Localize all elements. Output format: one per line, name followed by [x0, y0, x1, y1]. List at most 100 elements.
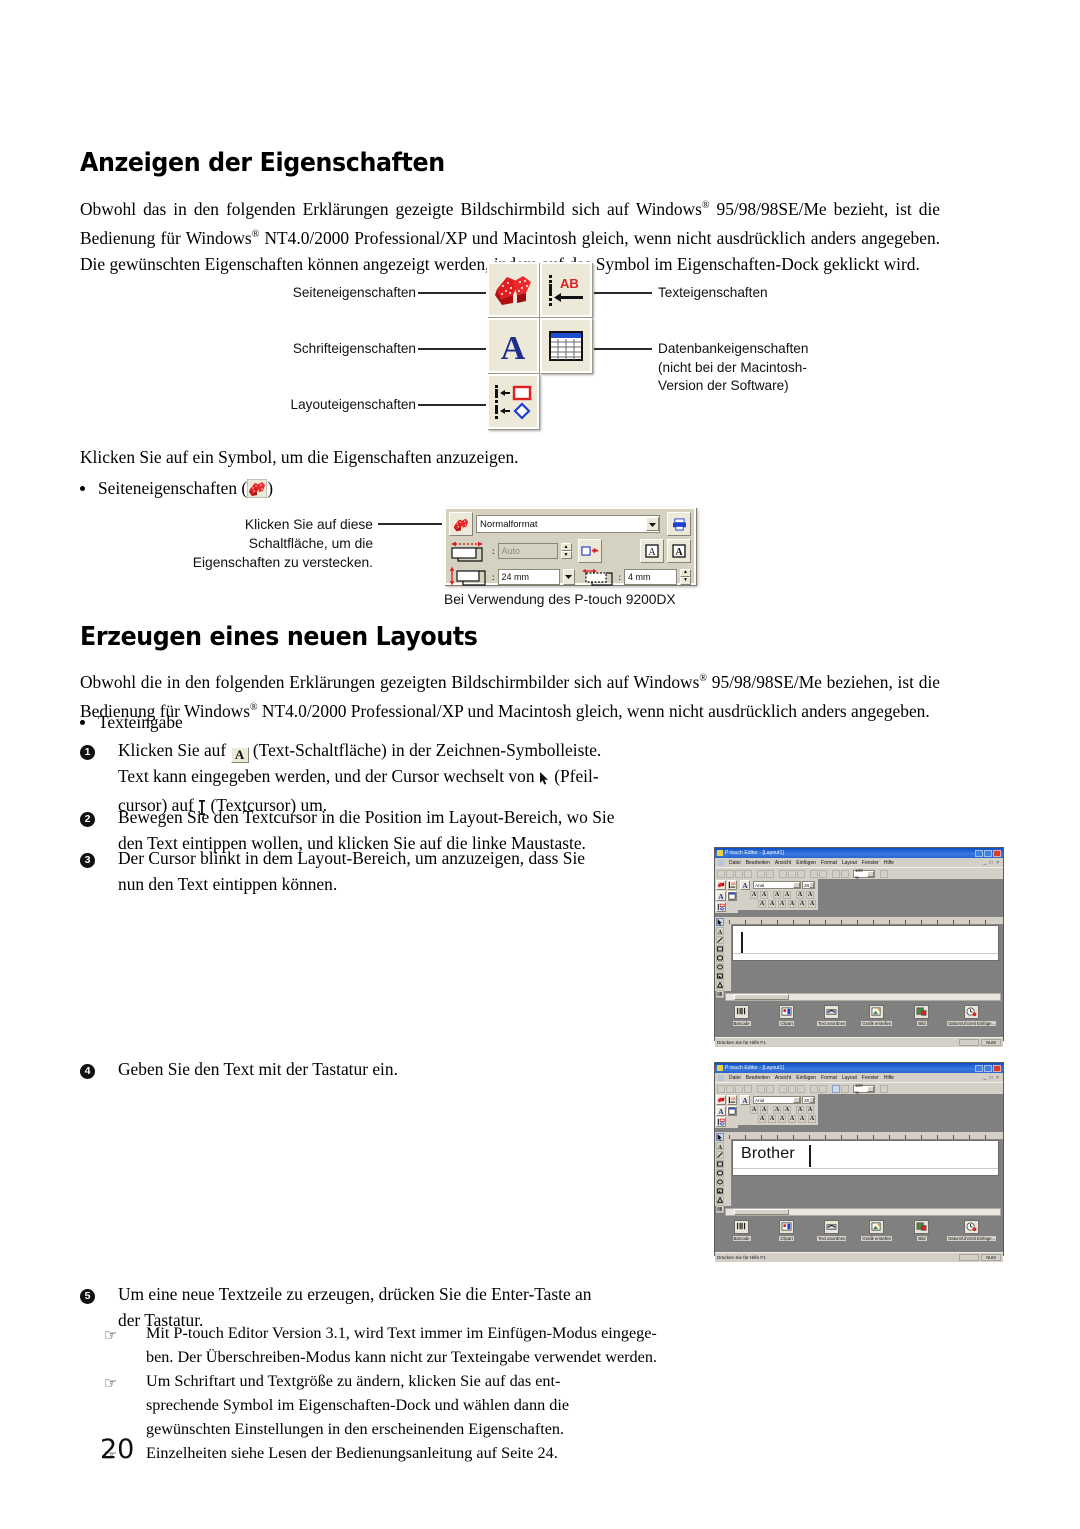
style-button-1d[interactable]: A [783, 891, 791, 899]
menu-datei-1[interactable]: Datei [729, 860, 741, 866]
horizontal-scrollbar-2[interactable] [725, 1208, 1001, 1216]
maximize-button-1[interactable] [984, 849, 992, 857]
length-field[interactable]: Auto [497, 543, 558, 559]
font-properties-icon-mini-1[interactable]: A [716, 891, 726, 901]
menu-hilfe-1[interactable]: Hilfe [884, 860, 894, 866]
printoptions-button-1[interactable] [766, 869, 774, 878]
menu-einfuegen-1[interactable]: Einfügen [796, 860, 816, 866]
spinner-down-icon-2[interactable]: ▼ [680, 576, 691, 585]
font-properties-icon[interactable]: A [487, 318, 539, 373]
image-tool-2[interactable] [716, 1187, 724, 1195]
style-button-1b[interactable]: A [760, 891, 768, 899]
window-buttons-2[interactable] [975, 1064, 1001, 1072]
mdi-controls-2[interactable]: _ □ × [984, 1075, 1001, 1081]
margin-field[interactable]: 4 mm [624, 568, 677, 585]
ellipse-tool-2[interactable] [716, 1178, 724, 1186]
preview-button-1[interactable] [757, 869, 765, 878]
spinner-up-icon[interactable]: ▲ [560, 543, 572, 551]
style-button-1a[interactable]: A [750, 891, 758, 899]
chevron-down-icon[interactable] [646, 517, 659, 531]
line-tool-1[interactable] [716, 936, 724, 944]
menu-fenster-1[interactable]: Fenster [862, 860, 879, 866]
frame-button-1[interactable] [841, 869, 849, 878]
ellipse-tool-1[interactable] [716, 963, 724, 971]
text-properties-icon-mini-2[interactable]: AB [727, 1095, 737, 1105]
open-button-2[interactable] [726, 1084, 734, 1093]
style-button-1c[interactable]: A [773, 891, 781, 899]
clipart-tool-2[interactable] [716, 1196, 724, 1204]
object-toolbar-1[interactable]: Barcode Clipart Text anordnen Grafik ers… [715, 1002, 1003, 1037]
object-toolbar-2[interactable]: Barcode Clipart Text anordnen Grafik ers… [715, 1217, 1003, 1252]
width-dropdown-button[interactable] [562, 568, 575, 585]
style-button-1g[interactable]: A [758, 900, 766, 908]
style-button-1i[interactable]: A [778, 900, 786, 908]
style-button-1e[interactable]: A [796, 891, 804, 899]
font-name-combobox-1[interactable]: Arial [753, 881, 801, 889]
datetime-button-2[interactable]: Datum/Uhrzeit Einfüge... [944, 1220, 999, 1241]
chevron-down-icon-zoom-2[interactable] [867, 1085, 874, 1092]
create-graphic-button-1[interactable]: Grafik erstellen [854, 1005, 899, 1026]
scrollbar-thumb-1[interactable] [734, 994, 789, 1000]
printoptions-button-2[interactable] [766, 1084, 774, 1093]
printer-button[interactable] [667, 512, 691, 536]
style-button-2b[interactable]: A [760, 1106, 768, 1114]
save-button-1[interactable] [735, 869, 743, 878]
font-size-combobox-1[interactable]: 28 [802, 881, 815, 889]
menu-fenster-2[interactable]: Fenster [862, 1075, 879, 1081]
style-button-2g[interactable]: A [758, 1115, 766, 1123]
menu-bearbeiten-1[interactable]: Bearbeiten [746, 860, 770, 866]
arrange-text-button-1[interactable]: Text anordnen [809, 1005, 854, 1026]
chevron-down-icon-size-2[interactable] [809, 1097, 814, 1103]
line-tool-2[interactable] [716, 1151, 724, 1159]
menu-layout-2[interactable]: Layout [842, 1075, 857, 1081]
text-orientation-vertical-button[interactable]: A [667, 539, 691, 563]
menu-ansicht-1[interactable]: Ansicht [775, 860, 791, 866]
format-combobox[interactable]: Normalformat [476, 515, 660, 533]
drawing-toolbar-1[interactable]: A [715, 917, 725, 998]
chevron-down-icon-size-1[interactable] [809, 882, 814, 888]
text-properties-icon-mini-1[interactable]: AB [727, 880, 737, 890]
auto-length-button[interactable] [577, 539, 602, 563]
undo-button-1[interactable] [810, 869, 818, 878]
style-button-1h[interactable]: A [768, 900, 776, 908]
barcode-button-2[interactable]: Barcode [719, 1220, 764, 1241]
font-panel-icon-1[interactable]: A [740, 880, 750, 890]
text-button-2[interactable] [832, 1084, 840, 1093]
redo-button-2[interactable] [819, 1084, 827, 1093]
layout-properties-icon-mini-1[interactable] [716, 902, 726, 912]
paste-button-2[interactable] [797, 1084, 805, 1093]
text-tool-button-inline[interactable]: A [230, 747, 249, 763]
help-button-2[interactable] [880, 1084, 888, 1093]
copy-button-2[interactable] [788, 1084, 796, 1093]
rectangle-tool-1[interactable] [716, 945, 724, 953]
rounded-rect-tool-2[interactable] [716, 1169, 724, 1177]
barcode-tool-1[interactable] [716, 990, 724, 998]
style-button-2j[interactable]: A [788, 1115, 796, 1123]
undo-button-2[interactable] [810, 1084, 818, 1093]
rectangle-tool-2[interactable] [716, 1160, 724, 1168]
clipart-button-1[interactable]: Clipart [764, 1005, 809, 1026]
width-field[interactable]: 24 mm [497, 568, 560, 585]
spinner-up-icon-2[interactable]: ▲ [680, 568, 691, 577]
clipart-tool-1[interactable] [716, 981, 724, 989]
barcode-tool-2[interactable] [716, 1205, 724, 1213]
scrollbar-thumb-2[interactable] [734, 1209, 789, 1215]
properties-dock-mini-1[interactable]: AB A [715, 879, 738, 913]
menu-layout-1[interactable]: Layout [842, 860, 857, 866]
zoom-combobox-2[interactable]: 100 % [853, 1083, 875, 1095]
menu-format-1[interactable]: Format [821, 860, 837, 866]
print-button-1[interactable] [744, 869, 752, 878]
image-button-2[interactable]: Bild [899, 1220, 944, 1241]
properties-dock-mini-2[interactable]: AB A [715, 1094, 738, 1128]
page-properties-icon-mini-1[interactable] [716, 880, 726, 890]
font-name-combobox-2[interactable]: Arial [753, 1096, 801, 1104]
save-button-2[interactable] [735, 1084, 743, 1093]
style-button-2l[interactable]: A [808, 1115, 816, 1123]
open-button-1[interactable] [726, 869, 734, 878]
style-button-1k[interactable]: A [798, 900, 806, 908]
menu-datei-2[interactable]: Datei [729, 1075, 741, 1081]
menu-einfuegen-2[interactable]: Einfügen [796, 1075, 816, 1081]
font-size-combobox-2[interactable]: 28 [802, 1096, 815, 1104]
close-button-1[interactable] [993, 849, 1001, 857]
help-button-1[interactable] [880, 869, 888, 878]
